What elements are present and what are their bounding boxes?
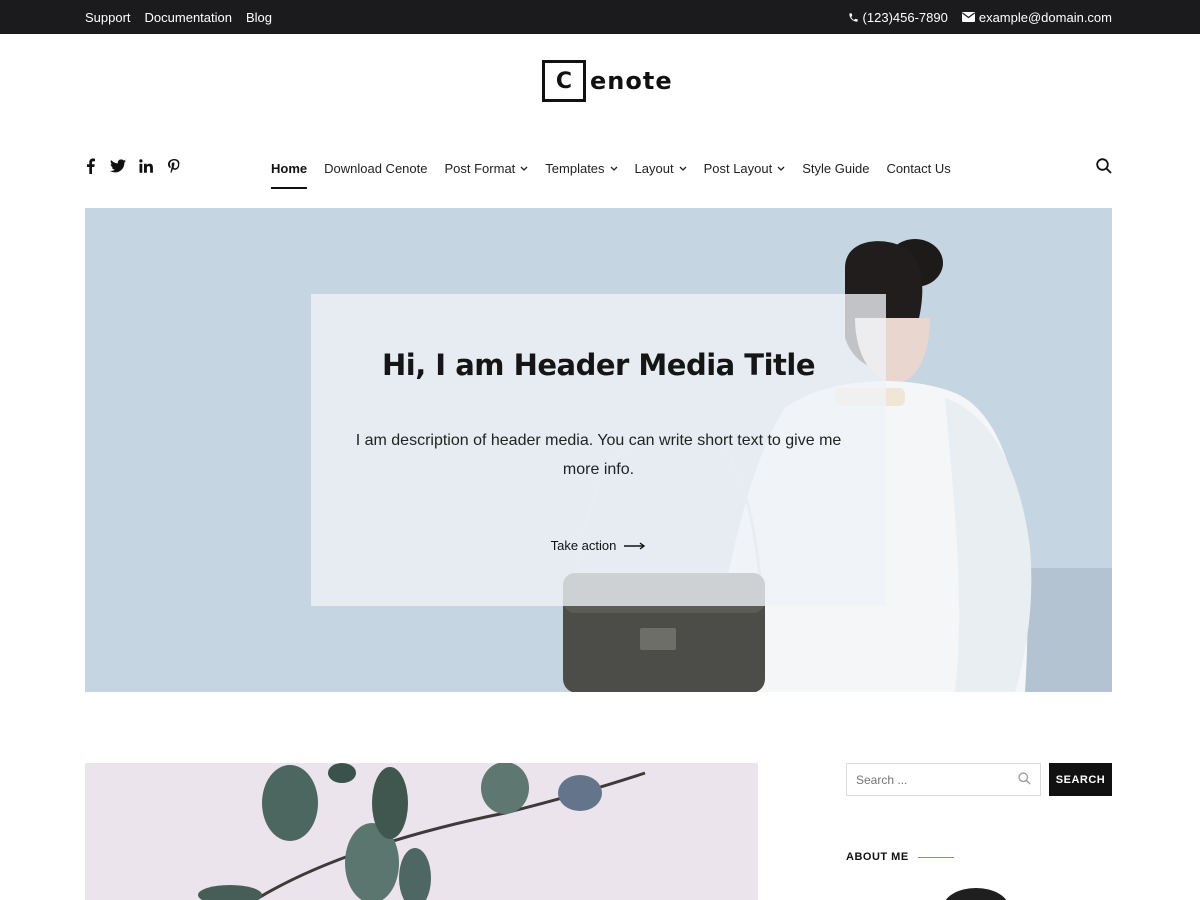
heading-accent-line — [917, 856, 954, 858]
top-link-documentation[interactable]: Documentation — [145, 10, 232, 25]
search-icon — [1018, 772, 1031, 790]
avatar — [943, 888, 1009, 900]
nav-item-label: Download Cenote — [324, 160, 428, 176]
nav-item-post-format[interactable]: Post Format — [444, 150, 528, 186]
nav-item-label: Style Guide — [802, 160, 870, 176]
nav-item-templates[interactable]: Templates — [545, 150, 617, 186]
phone-number: (123)456-7890 — [862, 9, 948, 25]
header-media-card: Hi, I am Header Media Title I am descrip… — [311, 294, 886, 606]
about-me-widget-heading: ABOUT ME — [846, 851, 954, 863]
nav-item-label: Layout — [634, 160, 674, 176]
email-contact[interactable]: example@domain.com — [961, 9, 1112, 25]
post-featured-image[interactable] — [85, 763, 758, 900]
sidebar-search-form: SEARCH — [846, 763, 1112, 796]
nav-item-label: Post Format — [444, 160, 516, 176]
header-media-title: Hi, I am Header Media Title — [381, 348, 816, 382]
top-bar: Support Documentation Blog (123)456-7890… — [0, 0, 1200, 34]
chevron-down-icon — [610, 166, 618, 171]
top-link-support[interactable]: Support — [85, 10, 131, 25]
sidebar-search-input[interactable] — [846, 763, 1041, 796]
phone-icon — [848, 12, 859, 23]
take-action-link[interactable]: Take action — [311, 538, 886, 553]
facebook-icon[interactable] — [82, 157, 98, 175]
about-me-title: ABOUT ME — [846, 851, 909, 863]
email-address: example@domain.com — [978, 9, 1112, 25]
nav-item-layout[interactable]: Layout — [635, 150, 687, 186]
search-icon[interactable] — [1096, 158, 1112, 179]
nav-item-label: Contact Us — [886, 160, 951, 176]
nav-item-home[interactable]: Home — [271, 150, 308, 189]
logo-initial: C — [555, 68, 573, 94]
top-link-blog[interactable]: Blog — [246, 10, 272, 25]
sidebar-search-button[interactable]: SEARCH — [1049, 763, 1112, 796]
chevron-down-icon — [679, 166, 687, 171]
nav-item-post-layout[interactable]: Post Layout — [704, 150, 786, 186]
phone-contact[interactable]: (123)456-7890 — [848, 10, 948, 25]
nav-item-label: Post Layout — [703, 160, 773, 176]
plant-photo — [85, 763, 758, 900]
top-bar-links: Support Documentation Blog — [85, 0, 272, 34]
envelope-icon — [961, 12, 975, 22]
take-action-label: Take action — [550, 538, 617, 553]
logo-text: enote — [590, 67, 673, 95]
nav-item-download-cenote[interactable]: Download Cenote — [324, 150, 427, 186]
nav-item-contact-us[interactable]: Contact Us — [886, 150, 950, 186]
social-links — [82, 157, 182, 175]
logo-initial-box: C — [542, 60, 586, 102]
nav-item-style-guide[interactable]: Style Guide — [802, 150, 869, 186]
twitter-icon[interactable] — [110, 157, 126, 175]
arrow-right-icon — [624, 538, 646, 553]
nav-item-label: Templates — [545, 160, 605, 176]
nav-item-label: Home — [271, 160, 308, 176]
primary-nav: Home Download Cenote Post Format Templat… — [271, 150, 968, 189]
chevron-down-icon — [520, 166, 528, 171]
header-media-description: I am description of header media. You ca… — [355, 432, 842, 478]
header-media: Hi, I am Header Media Title I am descrip… — [85, 208, 1112, 692]
pinterest-icon[interactable] — [166, 157, 182, 175]
top-bar-contact: (123)456-7890 example@domain.com — [848, 0, 1112, 34]
chevron-down-icon — [777, 166, 785, 171]
linkedin-icon[interactable] — [138, 157, 154, 175]
site-logo[interactable]: C enote — [542, 60, 673, 102]
